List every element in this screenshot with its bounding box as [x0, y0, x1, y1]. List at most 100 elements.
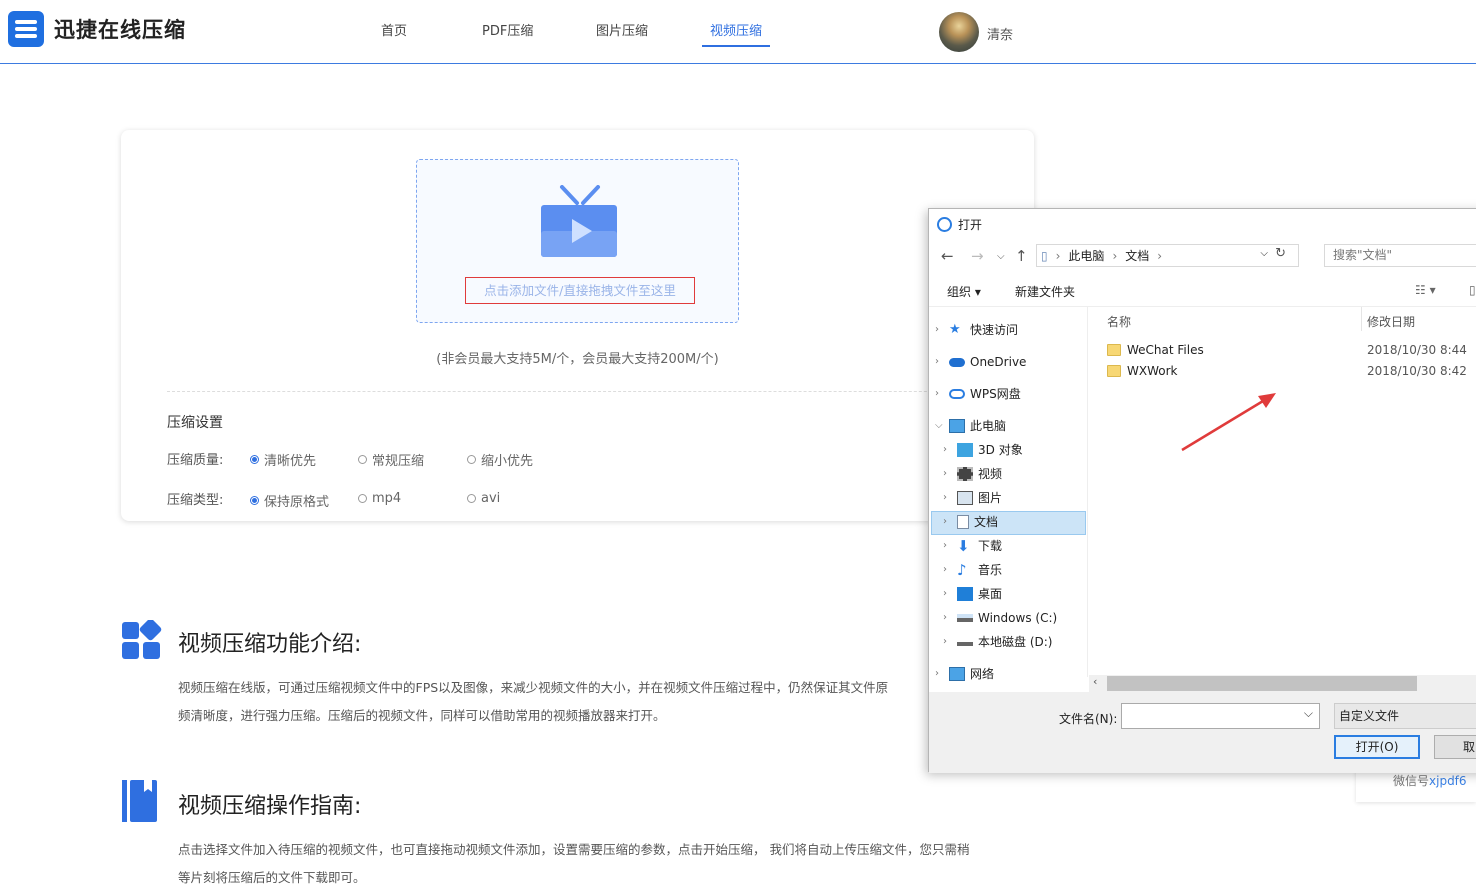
column-header-name[interactable]: 名称	[1107, 313, 1131, 330]
wechat-id: 微信号xjpdf6	[1393, 774, 1467, 788]
quality-option-normal[interactable]: 常规压缩	[358, 450, 424, 469]
network-icon	[949, 667, 965, 681]
scroll-left-icon[interactable]: ‹	[1093, 675, 1097, 688]
nav-image[interactable]: 图片压缩	[596, 20, 648, 39]
computer-icon	[949, 419, 965, 433]
guide-text-line-1: 点击选择文件加入待压缩的视频文件，也可直接拖动视频文件添加，设置需要压缩的参数，…	[178, 842, 970, 857]
radio-icon	[467, 494, 476, 503]
file-row[interactable]: WeChat Files	[1107, 343, 1204, 357]
type-option-original[interactable]: 保持原格式	[250, 491, 329, 510]
recent-dropdown-icon[interactable]: ⌵	[997, 251, 1005, 262]
breadcrumb-this-pc[interactable]: 此电脑	[1068, 247, 1104, 264]
address-dropdown-icon[interactable]: ⌵	[1260, 248, 1268, 259]
drive-icon	[957, 614, 973, 622]
tree-wps-cloud[interactable]: › WPS网盘	[935, 383, 1021, 405]
intro-text-line-2: 频清晰度，进行强力压缩。压缩后的视频文件，同样可以借助常用的视频播放器来打开。	[178, 708, 666, 723]
address-bar[interactable]: ▯ › 此电脑 › 文档 › ⌵ ↻	[1036, 244, 1299, 267]
horizontal-scrollbar[interactable]: ‹	[1089, 675, 1476, 692]
quality-option-small[interactable]: 缩小优先	[467, 450, 533, 469]
column-separator[interactable]	[1361, 307, 1362, 331]
search-input[interactable]: 搜索"文档"	[1324, 244, 1476, 267]
site-logo[interactable]: 迅捷在线压缩	[8, 11, 186, 47]
upload-card: 点击添加文件/直接拖拽文件至这里 (非会员最大支持5M/个，会员最大支持200M…	[121, 130, 1034, 521]
back-arrow-icon[interactable]: ←	[941, 247, 954, 265]
blocks-icon	[122, 620, 162, 659]
refresh-icon[interactable]: ↻	[1275, 246, 1286, 261]
dropzone-hint[interactable]: 点击添加文件/直接拖拽文件至这里	[465, 277, 695, 304]
open-button[interactable]: 打开(O)	[1334, 735, 1420, 759]
filetype-select[interactable]: 自定义文件	[1334, 703, 1476, 729]
cloud-icon	[949, 357, 965, 367]
new-folder-button[interactable]: 新建文件夹	[1015, 283, 1075, 300]
tree-this-pc[interactable]: ⌵ 此电脑	[935, 415, 1006, 437]
quality-option-clear[interactable]: 清晰优先	[250, 450, 316, 469]
view-options-icon[interactable]: ☷ ▾	[1415, 283, 1436, 297]
type-label: 压缩类型:	[167, 493, 224, 508]
filename-label: 文件名(N):	[1059, 712, 1118, 726]
quality-label: 压缩质量:	[167, 453, 224, 468]
radio-icon	[250, 496, 259, 505]
tree-music[interactable]: › ♪ 音乐	[943, 559, 1002, 581]
tree-pictures[interactable]: › 图片	[943, 487, 1002, 509]
document-icon	[957, 515, 969, 529]
up-arrow-icon[interactable]: ↑	[1015, 247, 1028, 265]
type-option-mp4[interactable]: mp4	[358, 491, 401, 506]
cancel-button[interactable]: 取	[1434, 735, 1476, 759]
preview-pane-icon[interactable]: ▯	[1469, 283, 1476, 297]
scrollbar-thumb[interactable]	[1107, 676, 1417, 691]
logo-icon	[8, 11, 44, 47]
guide-text-line-2: 等片刻将压缩后的文件下载即可。	[178, 870, 366, 885]
download-icon: ⬇	[957, 537, 970, 555]
size-limit-note: (非会员最大支持5M/个，会员最大支持200M/个)	[436, 352, 719, 367]
folder-icon	[1107, 344, 1121, 356]
file-dropzone[interactable]: 点击添加文件/直接拖拽文件至这里	[416, 159, 739, 323]
picture-icon	[957, 491, 973, 505]
pane-divider[interactable]	[1087, 307, 1088, 677]
tree-drive-d[interactable]: › 本地磁盘 (D:)	[943, 631, 1052, 653]
navigation-tree: › ★ 快速访问 › OneDrive › WPS网盘 ⌵ 此电脑 › 3D 对象 › 视频 …	[929, 307, 1087, 681]
nav-video[interactable]: 视频压缩	[710, 20, 762, 39]
dialog-navbar: ← → ⌵ ↑ ▯ › 此电脑 › 文档 › ⌵ ↻ 搜索"文档"	[929, 243, 1476, 271]
tree-downloads[interactable]: › ⬇ 下载	[943, 535, 1002, 557]
forward-arrow-icon[interactable]: →	[971, 247, 984, 265]
nav-home[interactable]: 首页	[381, 20, 407, 39]
tree-quick-access[interactable]: › ★ 快速访问	[935, 319, 1018, 341]
cloud-outline-icon	[949, 389, 965, 399]
desktop-icon	[957, 587, 973, 601]
star-icon: ★	[949, 322, 961, 337]
radio-icon	[358, 494, 367, 503]
file-date: 2018/10/30 8:42	[1367, 364, 1467, 378]
annotation-arrow-icon	[1181, 393, 1276, 452]
tree-documents-label[interactable]: › 文档	[943, 511, 998, 533]
music-icon: ♪	[957, 561, 967, 579]
nav-active-indicator	[702, 45, 770, 47]
username[interactable]: 清奈	[987, 24, 1013, 43]
organize-menu[interactable]: 组织 ▾	[947, 283, 981, 300]
filename-input[interactable]	[1121, 703, 1320, 729]
intro-text-line-1: 视频压缩在线版，可通过压缩视频文件中的FPS以及图像，来减少视频文件的大小，并在…	[178, 680, 889, 695]
tree-drive-c[interactable]: › Windows (C:)	[943, 607, 1057, 629]
tree-onedrive[interactable]: › OneDrive	[935, 351, 1026, 373]
nav-pdf[interactable]: PDF压缩	[482, 20, 533, 39]
guide-title: 视频压缩操作指南:	[178, 794, 362, 819]
tree-desktop[interactable]: › 桌面	[943, 583, 1002, 605]
avatar[interactable]	[939, 12, 979, 52]
radio-icon	[358, 455, 367, 464]
tree-network[interactable]: › 网络	[935, 663, 994, 685]
file-date: 2018/10/30 8:44	[1367, 343, 1467, 357]
tv-icon	[541, 185, 617, 257]
type-option-avi[interactable]: avi	[467, 491, 500, 506]
intro-title: 视频压缩功能介绍:	[178, 632, 362, 657]
cube-icon	[957, 443, 973, 457]
column-header-date[interactable]: 修改日期	[1367, 313, 1415, 330]
tree-videos[interactable]: › 视频	[943, 463, 1002, 485]
tree-3d-objects[interactable]: › 3D 对象	[943, 439, 1023, 461]
film-icon	[957, 467, 973, 481]
radio-icon	[467, 455, 476, 464]
breadcrumb-documents[interactable]: 文档	[1125, 247, 1149, 264]
dialog-title: 打开	[937, 216, 982, 233]
dialog-toolbar: 组织 ▾ 新建文件夹 ☷ ▾ ▯	[929, 277, 1476, 307]
file-row[interactable]: WXWork	[1107, 364, 1177, 378]
settings-title: 压缩设置	[167, 415, 223, 431]
radio-icon	[250, 455, 259, 464]
